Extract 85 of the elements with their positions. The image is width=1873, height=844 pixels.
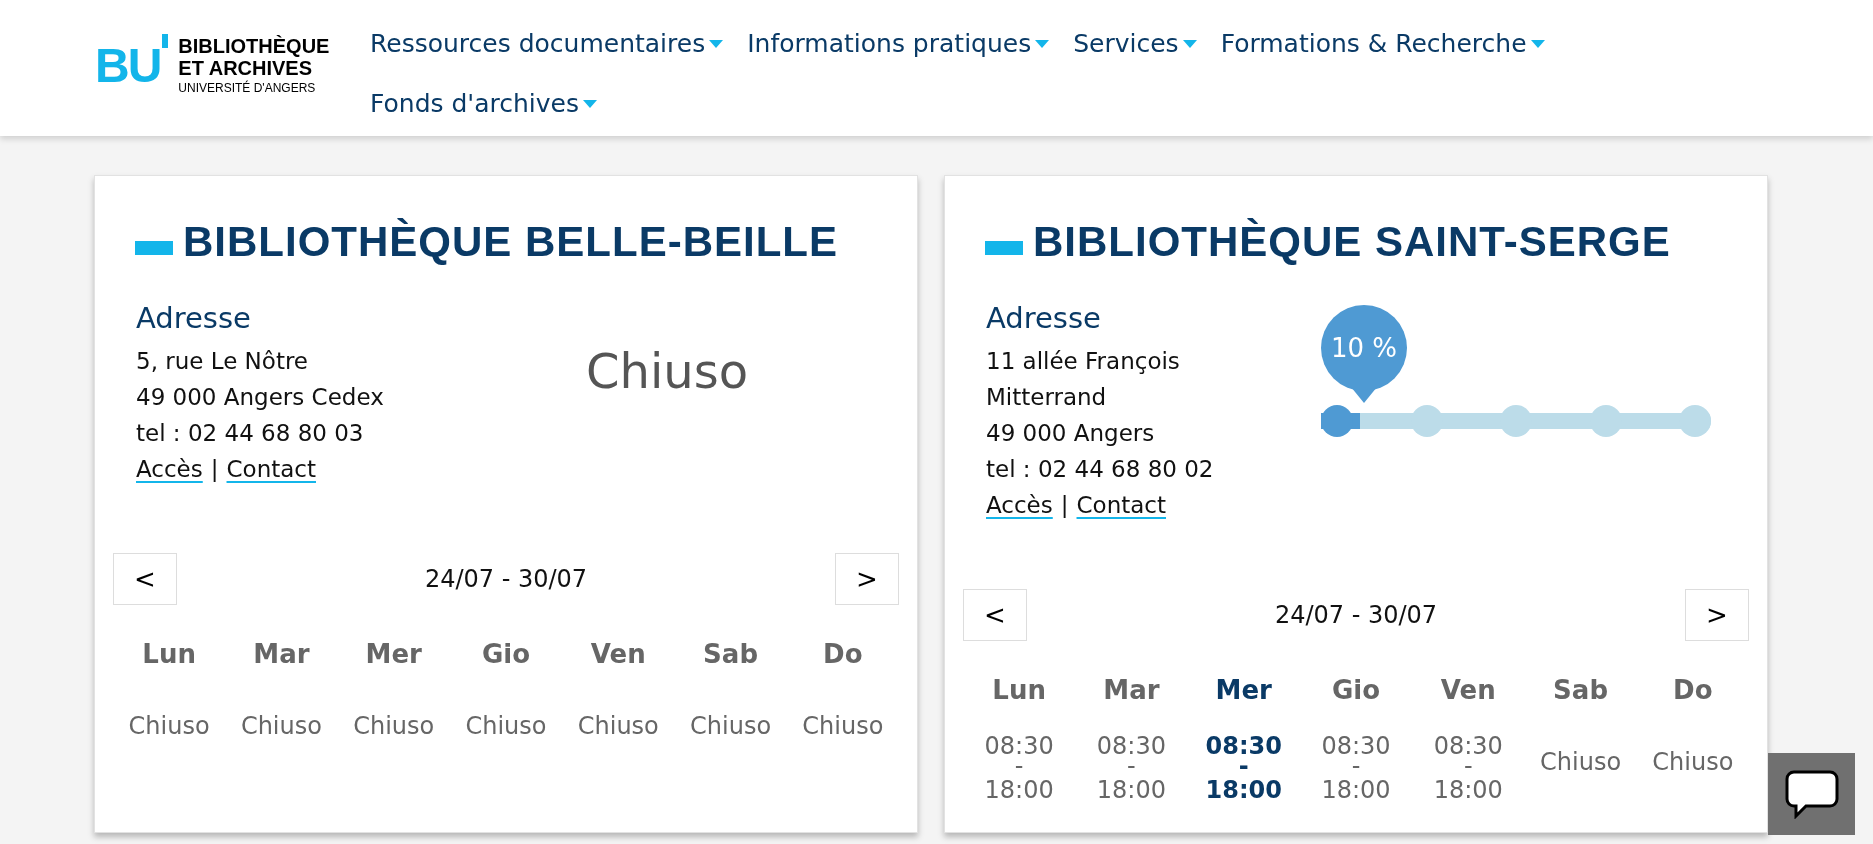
closed-label: Chiuso (577, 711, 659, 742)
address-line: tel : 02 44 68 80 03 (136, 419, 365, 448)
nav-menu-item[interactable]: Ressources documentaires (370, 14, 724, 74)
opening-time: 08:30 (1433, 732, 1503, 760)
logo-text: BIBLIOTHÈQUE (178, 35, 330, 57)
address-line: 11 allée François (986, 347, 1181, 376)
day-name: Lun (992, 674, 1046, 707)
day-name: Ven (590, 638, 646, 671)
address-line: 49 000 Angers (986, 419, 1156, 448)
day-name: Sab (703, 638, 758, 671)
caret-icon (1530, 40, 1545, 48)
nav-menu-item[interactable]: Informations pratiques (747, 14, 1050, 74)
bubble-pointer (1351, 387, 1377, 403)
contact-link[interactable]: Contact (226, 451, 316, 487)
next-week-button[interactable]: > (835, 553, 899, 605)
closed-label: Chiuso (128, 711, 210, 742)
address-line: tel : 02 44 68 80 02 (986, 455, 1215, 484)
chat-button[interactable] (1768, 753, 1855, 835)
day-name: Mer (365, 638, 422, 671)
day-name: Mar (1103, 674, 1160, 707)
hours-dash: - (1463, 760, 1473, 772)
opening-time: 08:30 (1096, 732, 1166, 760)
address-line: 5, rue Le Nôtre (136, 347, 310, 376)
day-name: Mar (253, 638, 310, 671)
title-accent-bar (985, 240, 1023, 255)
address-heading: Adresse (136, 300, 252, 337)
next-week-button[interactable]: > (1685, 589, 1749, 641)
access-link[interactable]: Accès (986, 487, 1053, 523)
day-name: Mer (1215, 674, 1272, 707)
closed-label: Chiuso (690, 711, 772, 742)
week-range: 24/07 - 30/07 (424, 564, 588, 595)
day-name: Lun (142, 638, 196, 671)
access-link[interactable]: Accès (136, 451, 203, 487)
logo-accent (162, 34, 169, 48)
caret-icon (709, 40, 724, 48)
occupancy-step (1679, 405, 1711, 437)
link-separator: | (1060, 491, 1069, 520)
nav-menu-item[interactable]: Services (1073, 14, 1197, 74)
closed-label: Chiuso (240, 711, 322, 742)
closed-label: Chiuso (1652, 747, 1734, 778)
library-title: BIBLIOTHÈQUE SAINT-SERGE (1033, 217, 1671, 267)
hours-dash: - (1014, 760, 1024, 772)
closing-time: 18:00 (984, 775, 1054, 806)
day-name: Do (823, 638, 863, 671)
hours-dash: - (1127, 760, 1136, 772)
closed-label: Chiuso (465, 711, 547, 742)
closed-label: Chiuso (353, 711, 435, 742)
previous-week-button[interactable]: < (963, 589, 1027, 641)
title-accent-bar (135, 240, 173, 255)
opening-time: 08:30 (1205, 732, 1282, 760)
contact-link[interactable]: Contact (1076, 487, 1166, 523)
caret-icon (1182, 40, 1197, 48)
week-range: 24/07 - 30/07 (1274, 600, 1438, 631)
closing-time: 18:00 (1205, 775, 1282, 806)
day-name: Do (1673, 674, 1713, 707)
nav-menu-item[interactable]: Fonds d'archives (370, 74, 597, 134)
closed-label: Chiuso (802, 711, 884, 742)
closed-label: Chiuso (1540, 747, 1622, 778)
closing-time: 18:00 (1096, 775, 1166, 806)
library-title: BIBLIOTHÈQUE BELLE-BEILLE (183, 217, 838, 267)
caret-icon (583, 100, 597, 108)
nav-menu-item[interactable]: Formations & Recherche (1220, 14, 1545, 74)
speech-bubble-icon (1783, 769, 1840, 819)
address-line: 49 000 Angers Cedex (136, 383, 385, 412)
day-name: Gio (481, 638, 531, 671)
day-name: Ven (1440, 674, 1496, 707)
hours-dash: - (1238, 760, 1249, 772)
hours-dash: - (1351, 760, 1361, 772)
closing-time: 18:00 (1321, 775, 1391, 806)
status-text: Chiuso (586, 342, 749, 401)
closing-time: 18:00 (1433, 775, 1503, 806)
day-name: Sab (1553, 674, 1608, 707)
opening-time: 08:30 (1321, 732, 1391, 760)
logo-mark: BU (95, 38, 161, 94)
opening-time: 08:30 (984, 732, 1054, 760)
address-heading: Adresse (986, 300, 1102, 337)
occupancy-step (1321, 405, 1353, 437)
previous-week-button[interactable]: < (113, 553, 177, 605)
occupancy-reading: 10 % (1321, 305, 1407, 391)
logo-text: ET ARCHIVES (178, 57, 314, 79)
day-name: Gio (1331, 674, 1381, 707)
caret-icon (1035, 40, 1050, 48)
link-separator: | (210, 455, 219, 484)
logo-text: UNIVERSITÉ D'ANGERS (178, 79, 317, 97)
address-line: Mitterrand (986, 383, 1108, 412)
